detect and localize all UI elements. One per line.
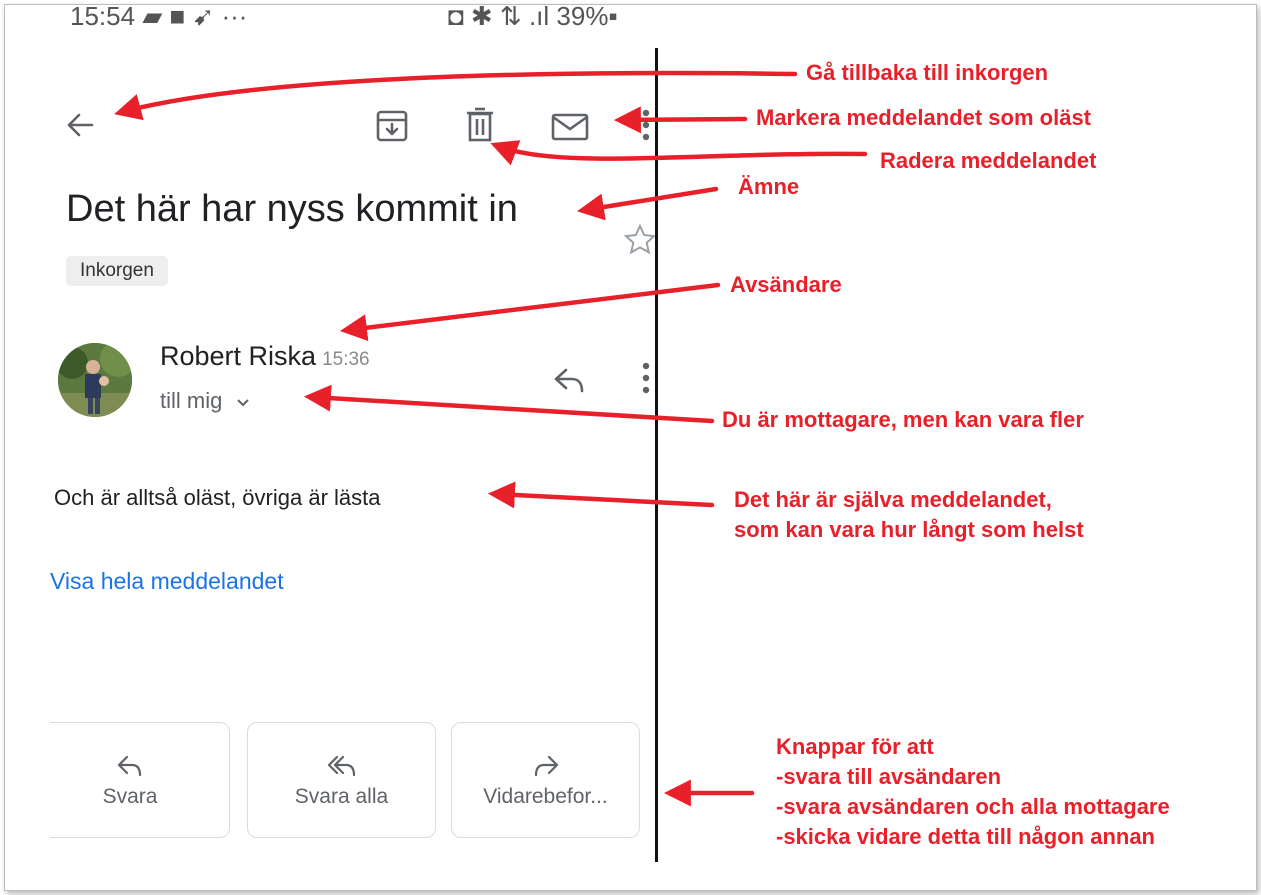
annotation-back: Gå tillbaka till inkorgen [806,60,1049,85]
arrow-subject [577,186,719,221]
annotation-buttons-line3: -svara avsändaren och alla mottagare [776,794,1170,819]
annotation-subject: Ämne [738,174,800,199]
arrow-back [114,70,798,121]
annotation-sender: Avsändare [730,272,842,297]
arrow-delete [490,140,868,166]
annotation-body: Det här är själva meddelandet, som kan v… [734,485,1084,545]
arrow-body [487,481,715,509]
annotation-buttons-line4: -skicka vidare detta till någon annan [776,824,1155,849]
arrow-unread [613,106,748,134]
annotation-unread: Markera meddelandet som oläst [756,105,1092,130]
annotation-buttons: Knappar för att -svara till avsändaren -… [776,732,1222,852]
annotation-delete: Radera meddelandet [880,148,1097,173]
annotation-recipient: Du är mottagare, men kan vara fler [722,407,1084,432]
arrow-sender [339,282,721,342]
arrow-recipient [303,384,715,424]
annotation-buttons-line1: Knappar för att [776,734,934,759]
annotation-body-line2: som kan vara hur långt som helst [734,517,1084,542]
annotation-body-line1: Det här är själva meddelandet, [734,487,1052,512]
annotation-buttons-line2: -svara till avsändaren [776,764,1002,789]
